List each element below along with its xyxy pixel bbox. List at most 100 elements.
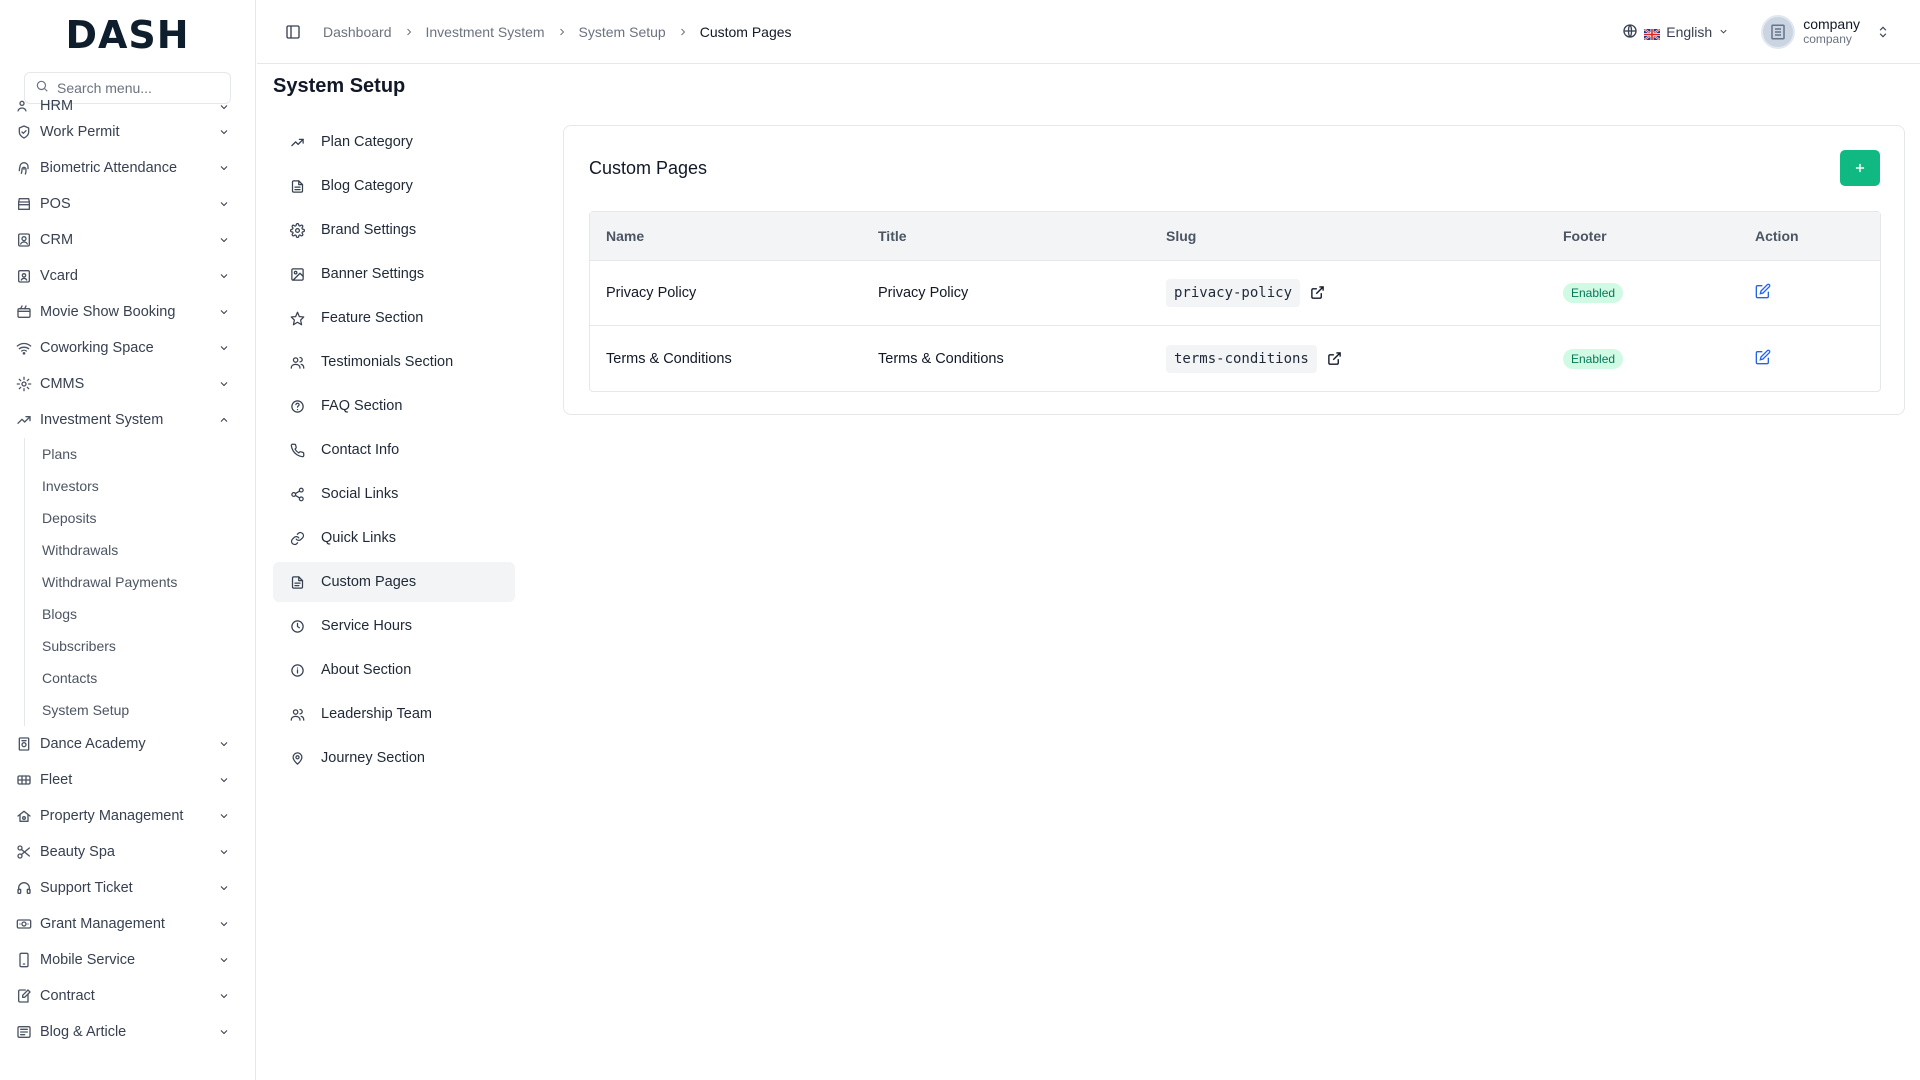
- sidebar-item-support-ticket[interactable]: Support Ticket: [0, 870, 255, 906]
- chevron-down-icon[interactable]: [217, 197, 231, 211]
- submenu-item-withdrawal-payments[interactable]: Withdrawal Payments: [42, 566, 255, 598]
- submenu-item-deposits[interactable]: Deposits: [42, 502, 255, 534]
- sidebar-item-fleet[interactable]: Fleet: [0, 762, 255, 798]
- chevron-down-icon[interactable]: [217, 269, 231, 283]
- add-page-button[interactable]: [1840, 150, 1880, 186]
- sidebar-item-contract[interactable]: Contract: [0, 978, 255, 1014]
- sidebar-item-dance-academy[interactable]: Dance Academy: [0, 726, 255, 762]
- sidebar-item-work-permit[interactable]: Work Permit: [0, 114, 255, 150]
- setup-item-label: Journey Section: [321, 750, 425, 766]
- setup-item-brand-settings[interactable]: Brand Settings: [273, 210, 515, 250]
- chevron-down-icon[interactable]: [217, 161, 231, 175]
- setup-item-journey-section[interactable]: Journey Section: [273, 738, 515, 778]
- sidebar-item-biometric-attendance[interactable]: Biometric Attendance: [0, 150, 255, 186]
- sidebar-nav: HRM Work Permit Biometric Attendance POS CR…: [0, 98, 255, 1050]
- external-link-icon[interactable]: [1327, 351, 1343, 367]
- column-header: Action: [1755, 228, 1799, 244]
- setup-item-faq-section[interactable]: FAQ Section: [273, 386, 515, 426]
- setup-item-testimonials-section[interactable]: Testimonials Section: [273, 342, 515, 382]
- table-row: Terms & Conditions Terms & Conditions term…: [590, 326, 1880, 391]
- ticket-icon: [16, 304, 32, 320]
- chevron-down-icon[interactable]: [217, 953, 231, 967]
- submenu-item-contacts[interactable]: Contacts: [42, 662, 255, 694]
- setup-item-contact-info[interactable]: Contact Info: [273, 430, 515, 470]
- setup-item-blog-category[interactable]: Blog Category: [273, 166, 515, 206]
- clock-icon: [289, 618, 305, 634]
- user-menu[interactable]: company company: [1761, 15, 1890, 49]
- chevron-down-icon[interactable]: [217, 125, 231, 139]
- sidebar-item-investment-system[interactable]: Investment System: [0, 402, 255, 438]
- sidebar-item-label: Investment System: [40, 412, 164, 428]
- edit-icon[interactable]: [1755, 349, 1773, 367]
- plus-icon: [1853, 161, 1867, 175]
- setup-item-plan-category[interactable]: Plan Category: [273, 122, 515, 162]
- sidebar-item-label: Movie Show Booking: [40, 304, 176, 320]
- table-row: Privacy Policy Privacy Policy privacy-poli…: [590, 261, 1880, 326]
- chevron-down-icon[interactable]: [217, 305, 231, 319]
- setup-item-banner-settings[interactable]: Banner Settings: [273, 254, 515, 294]
- map-pin-icon: [289, 750, 305, 766]
- chevron-down-icon[interactable]: [217, 233, 231, 247]
- chevron-down-icon[interactable]: [217, 100, 231, 114]
- setup-item-label: About Section: [321, 662, 412, 678]
- users-icon: [16, 98, 32, 114]
- sidebar-item-label: CMMS: [40, 376, 85, 392]
- avatar: [1761, 15, 1796, 49]
- submenu-item-plans[interactable]: Plans: [42, 438, 255, 470]
- edit-icon[interactable]: [1755, 283, 1773, 301]
- sidebar-item-pos[interactable]: POS: [0, 186, 255, 222]
- submenu-item-investors[interactable]: Investors: [42, 470, 255, 502]
- chevron-down-icon[interactable]: [217, 917, 231, 931]
- breadcrumb-item[interactable]: Dashboard: [323, 24, 392, 40]
- sidebar-item-coworking-space[interactable]: Coworking Space: [0, 330, 255, 366]
- star-icon: [289, 310, 305, 326]
- sidebar-item-label: Support Ticket: [40, 880, 133, 896]
- setup-item-about-section[interactable]: About Section: [273, 650, 515, 690]
- submenu-item-blogs[interactable]: Blogs: [42, 598, 255, 630]
- sidebar-item-label: Work Permit: [40, 124, 120, 140]
- setup-item-social-links[interactable]: Social Links: [273, 474, 515, 514]
- sidebar-item-grant-management[interactable]: Grant Management: [0, 906, 255, 942]
- chevron-down-icon[interactable]: [217, 809, 231, 823]
- chevron-down-icon[interactable]: [217, 845, 231, 859]
- chevron-down-icon[interactable]: [217, 341, 231, 355]
- breadcrumb-item[interactable]: Investment System: [426, 24, 545, 40]
- breadcrumb-item[interactable]: System Setup: [579, 24, 666, 40]
- submenu-item-withdrawals[interactable]: Withdrawals: [42, 534, 255, 566]
- logo[interactable]: DASH: [0, 0, 255, 70]
- sidebar-item-vcard[interactable]: Vcard: [0, 258, 255, 294]
- scissors-icon: [16, 844, 32, 860]
- setup-item-feature-section[interactable]: Feature Section: [273, 298, 515, 338]
- sidebar-item-hrm[interactable]: HRM: [0, 92, 255, 114]
- sidebar-item-blog-article[interactable]: Blog & Article: [0, 1014, 255, 1050]
- chevron-up-down-icon: [1876, 25, 1890, 39]
- submenu-item-subscribers[interactable]: Subscribers: [42, 630, 255, 662]
- trending-up-icon: [289, 134, 305, 150]
- sidebar-item-beauty-spa[interactable]: Beauty Spa: [0, 834, 255, 870]
- sidebar-item-crm[interactable]: CRM: [0, 222, 255, 258]
- submenu-item-system-setup[interactable]: System Setup: [42, 694, 255, 726]
- sidebar-item-movie-show-booking[interactable]: Movie Show Booking: [0, 294, 255, 330]
- language-selector[interactable]: English: [1622, 23, 1729, 42]
- trending-up-icon: [16, 412, 32, 428]
- sidebar-item-mobile-service[interactable]: Mobile Service: [0, 942, 255, 978]
- setup-item-custom-pages[interactable]: Custom Pages: [273, 562, 515, 602]
- sidebar-item-property-management[interactable]: Property Management: [0, 798, 255, 834]
- sidebar-item-cmms[interactable]: CMMS: [0, 366, 255, 402]
- chevron-down-icon[interactable]: [217, 1025, 231, 1039]
- chevron-down-icon[interactable]: [217, 881, 231, 895]
- setup-item-service-hours[interactable]: Service Hours: [273, 606, 515, 646]
- chevron-down-icon[interactable]: [217, 773, 231, 787]
- chevron-up-icon[interactable]: [217, 413, 231, 427]
- chevron-down-icon[interactable]: [217, 377, 231, 391]
- chevron-down-icon[interactable]: [217, 737, 231, 751]
- uk-flag-icon: [1643, 27, 1661, 41]
- slug-code: terms-conditions: [1166, 344, 1317, 373]
- external-link-icon[interactable]: [1310, 285, 1326, 301]
- setup-item-leadership-team[interactable]: Leadership Team: [273, 694, 515, 734]
- chevron-down-icon[interactable]: [217, 989, 231, 1003]
- setup-item-label: Feature Section: [321, 310, 424, 326]
- setup-item-quick-links[interactable]: Quick Links: [273, 518, 515, 558]
- sidebar-toggle-icon[interactable]: [283, 22, 303, 42]
- top-header: Dashboard Investment System System Setup…: [257, 0, 1920, 64]
